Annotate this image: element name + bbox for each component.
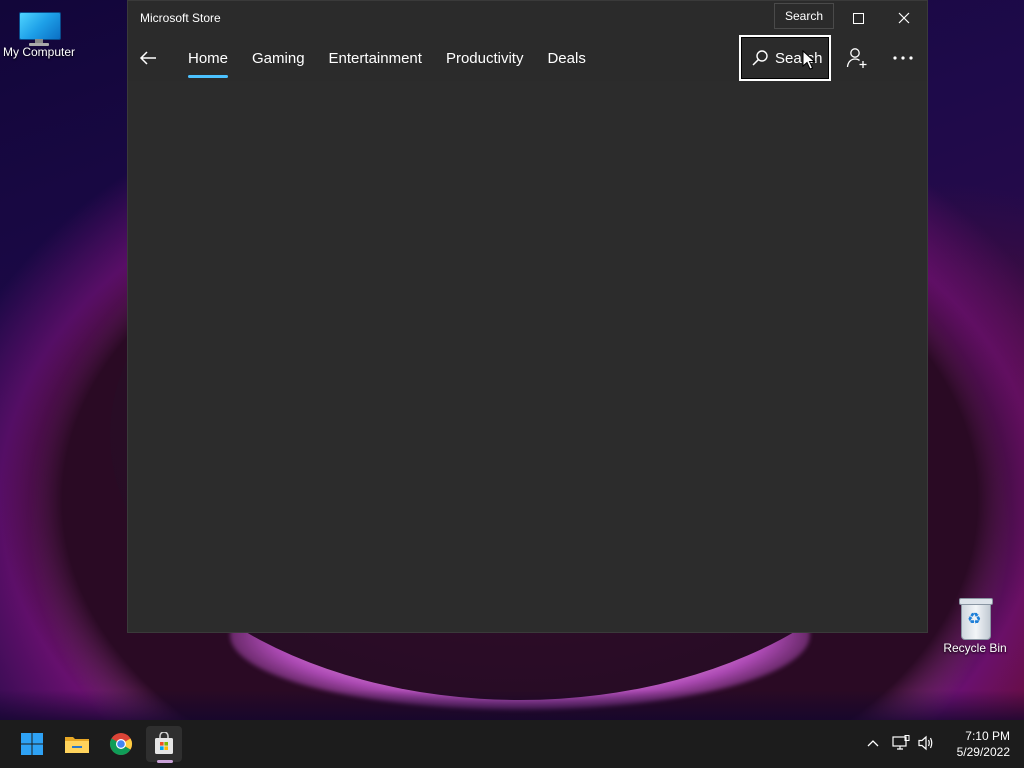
more-icon [893, 56, 913, 60]
tab-home[interactable]: Home [188, 35, 229, 81]
taskbar-clock[interactable]: 7:10 PM 5/29/2022 [940, 728, 1010, 760]
show-hidden-icons-button[interactable] [862, 732, 884, 754]
taskbar: 7:10 PM 5/29/2022 [0, 720, 1024, 768]
maximize-icon [852, 12, 864, 24]
clock-time: 7:10 PM [965, 729, 1010, 743]
desktop-icon-my-computer[interactable]: My Computer [0, 8, 78, 59]
search-button[interactable]: Search [739, 35, 831, 81]
microsoft-store-icon [155, 732, 173, 754]
taskbar-file-explorer[interactable] [59, 726, 95, 762]
close-icon [898, 12, 910, 24]
desktop-icon-label: Recycle Bin [943, 641, 1007, 655]
account-button[interactable] [841, 43, 873, 73]
search-icon [752, 50, 768, 66]
computer-icon [19, 12, 61, 46]
add-user-icon [846, 48, 867, 68]
chevron-up-icon [867, 740, 879, 747]
volume-button[interactable] [915, 732, 937, 754]
search-tooltip: Search [774, 3, 835, 29]
network-button[interactable] [890, 732, 912, 754]
clock-date: 5/29/2022 [956, 745, 1010, 759]
taskbar-microsoft-store[interactable] [146, 726, 182, 762]
chrome-icon [110, 733, 132, 755]
window-title: Microsoft Store [140, 11, 221, 25]
mouse-cursor-icon [802, 50, 816, 70]
active-app-indicator [157, 760, 173, 763]
close-button[interactable] [881, 3, 927, 33]
nav-tabs: Home Gaming Entertainment Productivity D… [188, 35, 610, 81]
back-button[interactable] [134, 43, 162, 73]
recycle-bin-icon: ♻ [959, 596, 993, 640]
more-options-button[interactable] [885, 43, 921, 73]
taskbar-chrome[interactable] [103, 726, 139, 762]
start-button[interactable] [14, 726, 50, 762]
tab-productivity[interactable]: Productivity [446, 35, 524, 81]
windows-start-icon [21, 733, 43, 755]
title-bar[interactable]: Microsoft Store Search [128, 1, 927, 35]
volume-icon [918, 735, 933, 751]
file-explorer-icon [65, 737, 89, 753]
desktop-icon-label: My Computer [2, 45, 76, 59]
maximize-button[interactable] [835, 3, 881, 33]
tab-gaming[interactable]: Gaming [252, 35, 305, 81]
network-icon [892, 735, 910, 750]
tab-entertainment[interactable]: Entertainment [329, 35, 422, 81]
back-arrow-icon [139, 51, 156, 65]
store-content-area [128, 81, 927, 632]
microsoft-store-window: Microsoft Store Search Home Gaming Enter… [127, 0, 928, 633]
desktop-icon-recycle-bin[interactable]: ♻ Recycle Bin [940, 596, 1010, 655]
tab-deals[interactable]: Deals [547, 35, 585, 81]
